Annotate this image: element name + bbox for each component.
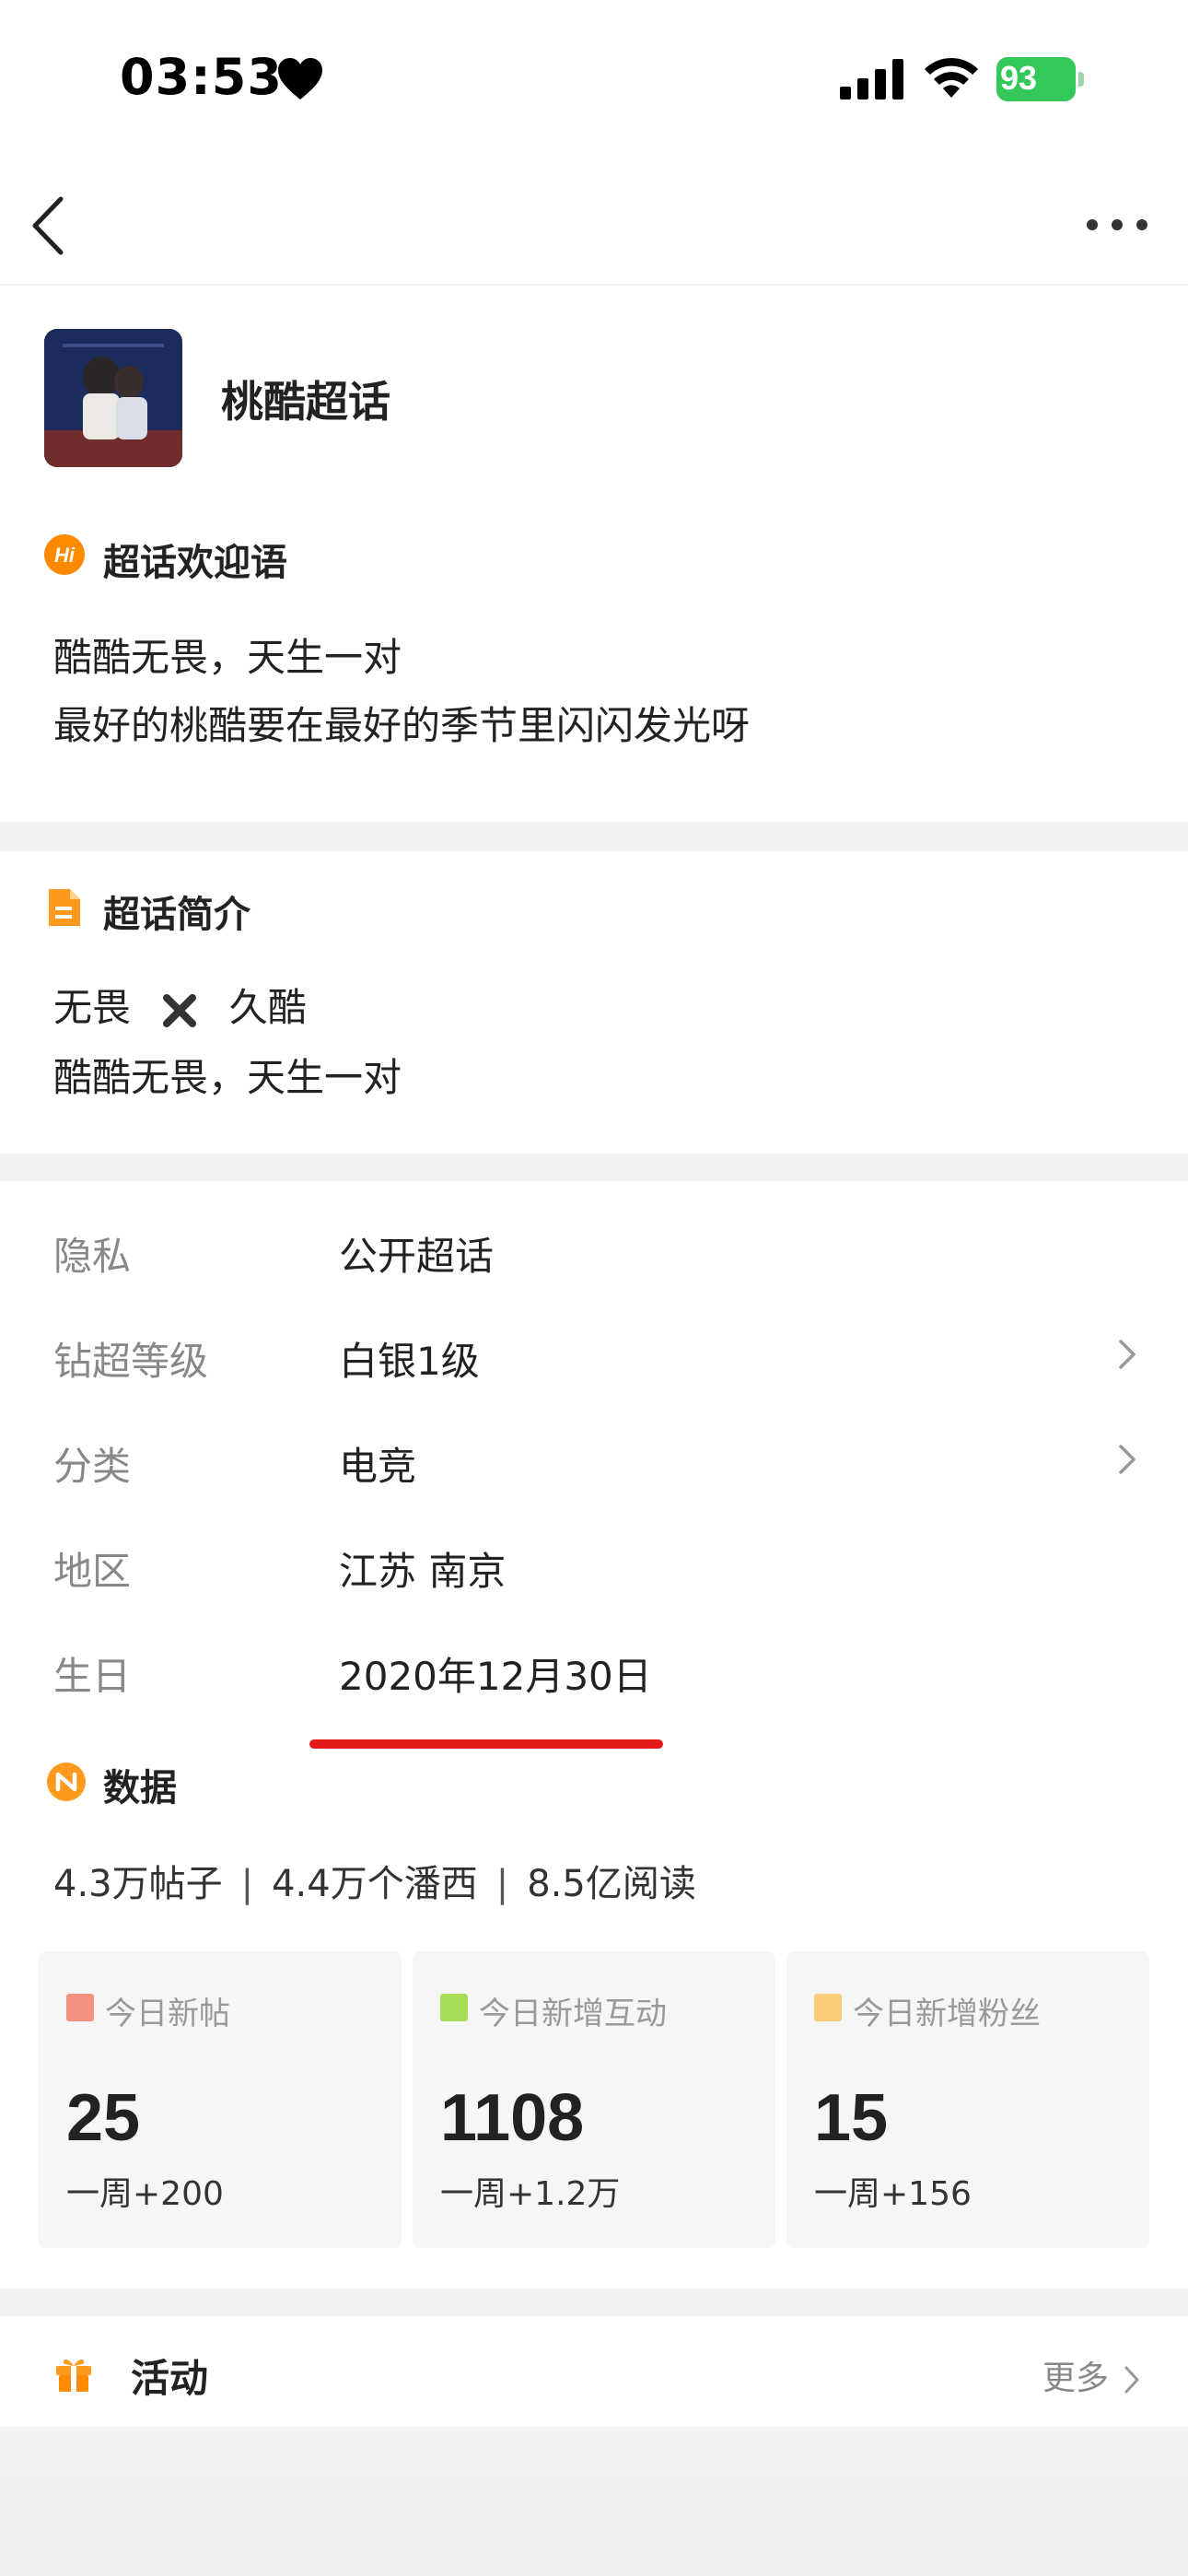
battery-icon: 93 bbox=[996, 57, 1085, 101]
intro-line-1-right: 久酷 bbox=[228, 985, 307, 1030]
legend-square bbox=[440, 1994, 468, 2021]
stat-week: 一周+1.2万 bbox=[440, 2175, 621, 2213]
region-label: 地区 bbox=[53, 1549, 132, 1594]
stat-card-new-fans: 今日新增粉丝 15 一周+156 bbox=[786, 1951, 1149, 2248]
welcome-title: 超话欢迎语 bbox=[103, 542, 287, 584]
intro-title: 超话简介 bbox=[103, 894, 250, 936]
stat-week: 一周+200 bbox=[66, 2175, 224, 2213]
cross-icon bbox=[163, 993, 197, 1027]
level-label: 钻超等级 bbox=[53, 1339, 209, 1384]
chevron-right-icon[interactable] bbox=[1116, 1443, 1138, 1476]
legend-square bbox=[66, 1994, 94, 2021]
section-divider bbox=[0, 1153, 1188, 1181]
heart-icon bbox=[278, 58, 322, 100]
reads-count: 8.5亿阅读 bbox=[527, 1863, 696, 1905]
stat-label: 今日新增粉丝 bbox=[853, 1996, 1041, 2032]
category-label: 分类 bbox=[53, 1444, 132, 1489]
privacy-value: 公开超话 bbox=[339, 1234, 495, 1279]
data-icon bbox=[47, 1762, 86, 1801]
data-title: 数据 bbox=[103, 1767, 177, 1809]
hi-icon-text: Hi bbox=[54, 544, 76, 567]
privacy-label: 隐私 bbox=[53, 1234, 132, 1279]
wifi-icon bbox=[925, 57, 978, 98]
intro-line-1-left: 无畏 bbox=[53, 985, 132, 1030]
region-value: 江苏 南京 bbox=[339, 1549, 507, 1594]
status-time: 03:53 bbox=[120, 48, 283, 106]
nav-bar bbox=[0, 157, 1188, 286]
data-summary: 4.3万帖子 | 4.4万个潘西 | 8.5亿阅读 bbox=[53, 1854, 696, 1907]
red-underline-annotation bbox=[309, 1739, 663, 1749]
more-label[interactable]: 更多 bbox=[1042, 2359, 1109, 2397]
welcome-line-2: 最好的桃酷要在最好的季节里闪闪发光呀 bbox=[53, 703, 751, 748]
section-divider bbox=[0, 822, 1188, 851]
topic-name: 桃酷超话 bbox=[221, 377, 390, 427]
stat-label: 今日新帖 bbox=[105, 1996, 230, 2032]
chevron-right-icon[interactable] bbox=[1116, 1338, 1138, 1371]
battery-level: 93 bbox=[1000, 59, 1038, 97]
posts-count: 4.3万帖子 bbox=[53, 1863, 223, 1905]
stat-value: 1108 bbox=[440, 2081, 585, 2155]
gift-icon bbox=[56, 2359, 91, 2392]
stat-value: 25 bbox=[66, 2081, 141, 2155]
activity-more-link[interactable]: 更多 bbox=[1042, 2351, 1141, 2399]
more-options-icon[interactable] bbox=[1085, 214, 1149, 236]
fans-count: 4.4万个潘西 bbox=[272, 1863, 478, 1905]
birthday-label: 生日 bbox=[53, 1654, 132, 1699]
intro-line-2: 酷酷无畏，天生一对 bbox=[53, 1055, 402, 1100]
separator: | bbox=[240, 1863, 254, 1905]
topic-avatar bbox=[44, 329, 182, 467]
chevron-right-icon[interactable] bbox=[1123, 2365, 1141, 2395]
status-bar: 03:53 93 bbox=[0, 0, 1188, 157]
intro-line-1: 无畏 久酷 bbox=[53, 973, 307, 1043]
legend-square bbox=[814, 1994, 842, 2021]
stat-card-new-interactions: 今日新增互动 1108 一周+1.2万 bbox=[413, 1951, 775, 2248]
bottom-placeholder bbox=[0, 2478, 1188, 2576]
stat-week: 一周+156 bbox=[814, 2175, 972, 2213]
avatar-image bbox=[44, 329, 182, 467]
section-divider bbox=[0, 2289, 1188, 2316]
back-icon[interactable] bbox=[26, 193, 72, 258]
stat-card-new-posts: 今日新帖 25 一周+200 bbox=[39, 1951, 402, 2248]
level-value[interactable]: 白银1级 bbox=[339, 1330, 480, 1387]
stat-value: 15 bbox=[814, 2081, 889, 2155]
welcome-line-1: 酷酷无畏，天生一对 bbox=[53, 635, 402, 680]
separator: | bbox=[495, 1863, 509, 1905]
birthday-value: 2020年12月30日 bbox=[339, 1654, 652, 1699]
stat-label: 今日新增互动 bbox=[479, 1996, 667, 2032]
cellular-signal-icon bbox=[840, 59, 903, 100]
hi-icon: Hi bbox=[44, 534, 85, 575]
activity-title: 活动 bbox=[131, 2356, 209, 2401]
document-icon bbox=[49, 889, 80, 926]
category-value[interactable]: 电竞 bbox=[339, 1435, 416, 1492]
